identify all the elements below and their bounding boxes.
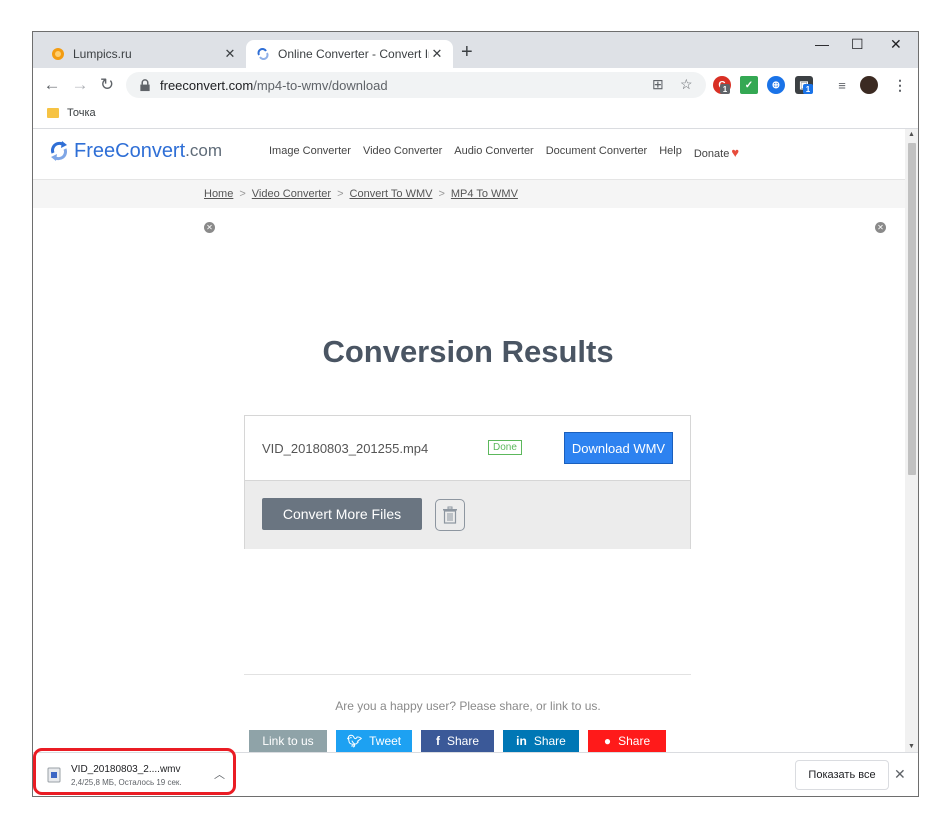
new-tab-button[interactable]: + [461,42,473,62]
linkedin-share-button[interactable]: in Share [503,730,579,752]
page-title: Conversion Results [322,334,614,369]
heart-icon: ♥ [731,145,740,160]
logo-arrows-icon [51,141,67,161]
result-actions: Convert More Files [245,480,690,549]
ad-close-icon[interactable]: ✕ [204,222,215,233]
download-bar: VID_20180803_2....wmv 2,4/25,8 МБ, Остал… [33,752,918,796]
breadcrumb-convert-to-wmv[interactable]: Convert To WMV [350,188,433,200]
profile-avatar[interactable] [860,76,878,94]
bookmark-label: Точка [67,107,96,119]
close-download-bar-icon[interactable]: ✕ [894,766,906,783]
url-text: freeconvert.com/mp4-to-wmv/download [160,77,388,93]
breadcrumb-separator: > [239,188,246,200]
chevron-up-icon[interactable]: ︿ [214,766,225,782]
extension-badge: 1 [803,84,813,94]
close-window-button[interactable]: ✕ [890,36,902,53]
close-tab-icon[interactable]: ✕ [429,46,445,62]
status-badge: Done [488,440,522,455]
facebook-icon: f [435,734,440,748]
breadcrumb: Home > Video Converter > Convert To WMV … [33,180,905,208]
maximize-button[interactable]: ☐ [851,36,864,53]
tab-title: Lumpics.ru [73,47,132,61]
file-row: VID_20180803_201255.mp4 Done Download WM… [245,416,690,479]
trash-icon [443,506,457,524]
breadcrumb-video-converter[interactable]: Video Converter [252,188,331,200]
show-all-button[interactable]: Показать все [795,760,889,790]
convert-more-files-button[interactable]: Convert More Files [262,498,422,530]
breadcrumb-separator: > [337,188,344,200]
back-icon[interactable]: ← [41,74,63,96]
lock-icon [140,78,150,91]
extension-badge: 1 [720,84,730,94]
logo-word: FreeConvert [74,139,186,162]
scrollbar-thumb[interactable] [908,143,916,475]
nav-image-converter[interactable]: Image Converter [269,145,351,160]
page-content: FreeConvert .com Image Converter Video C… [33,129,905,752]
globe-extension-icon[interactable]: ⊕ [767,76,785,94]
site-header: FreeConvert .com Image Converter Video C… [33,129,905,180]
share-label: Link to us [262,734,314,748]
close-tab-icon[interactable]: ✕ [222,46,238,62]
nav-video-converter[interactable]: Video Converter [363,145,442,160]
share-label: Share [446,734,480,748]
conversion-result-card: VID_20180803_201255.mp4 Done Download WM… [244,415,691,549]
share-label: Tweet [369,734,402,748]
freeconvert-logo[interactable]: FreeConvert .com [49,139,222,163]
download-file-name: VID_20180803_2....wmv [71,763,181,775]
share-label: Share [618,734,651,748]
download-item[interactable]: VID_20180803_2....wmv 2,4/25,8 МБ, Остал… [39,757,231,793]
browser-toolbar: ← → ↻ freeconvert.com/mp4-to-wmv/downloa… [33,68,918,102]
scroll-up-icon[interactable]: ▲ [908,131,915,138]
nav-help[interactable]: Help [659,145,682,160]
facebook-share-button[interactable]: f Share [421,730,494,752]
checkbox-extension-icon[interactable]: ✓ [740,76,758,94]
freeconvert-favicon-icon [257,48,269,60]
divider [244,674,691,675]
nav-document-converter[interactable]: Document Converter [546,145,648,160]
forward-icon[interactable]: → [69,74,91,96]
main-nav: Image Converter Video Converter Audio Co… [269,145,739,160]
twitter-icon: 🐦︎ [346,734,363,748]
media-queue-icon[interactable]: ≡ [833,76,851,94]
bookmarks-bar: Точка [33,102,918,129]
translate-icon[interactable]: ⊞ [652,76,664,93]
linkedin-icon: in [516,734,527,748]
tab-online-converter[interactable]: Online Converter - Convert Imag ✕ [246,40,453,68]
breadcrumb-separator: > [438,188,445,200]
tweet-button[interactable]: 🐦︎ Tweet [336,730,412,752]
minimize-button[interactable]: — [815,36,829,52]
reddit-share-button[interactable]: ● Share [588,730,666,752]
share-buttons: Link to us 🐦︎ Tweet f Share in Share ● Share [249,730,666,752]
address-bar[interactable]: freeconvert.com/mp4-to-wmv/download ⊞ ☆ [126,72,706,98]
breadcrumb-mp4-to-wmv[interactable]: MP4 To WMV [451,188,518,200]
nav-donate[interactable]: Donate ♥ [694,145,739,160]
share-prompt: Are you a happy user? Please share, or l… [335,699,601,713]
page-scrollbar[interactable]: ▲ ▼ [905,129,918,752]
logo-suffix: .com [185,141,222,160]
download-status: 2,4/25,8 МБ, Осталось 19 сек. [71,777,182,787]
breadcrumb-home[interactable]: Home [204,188,233,200]
star-icon[interactable]: ☆ [680,76,693,93]
tab-lumpics[interactable]: Lumpics.ru ✕ [41,40,246,68]
orange-circle-icon [52,48,64,60]
video-file-icon [47,767,61,783]
nav-audio-converter[interactable]: Audio Converter [454,145,534,160]
ad-close-icon[interactable]: ✕ [875,222,886,233]
donate-label: Donate [693,148,730,160]
scroll-down-icon[interactable]: ▼ [908,743,915,750]
bookmark-folder[interactable]: Точка [47,107,96,119]
download-wmv-button[interactable]: Download WMV [564,432,673,464]
folder-icon [47,108,59,118]
menu-dots-icon[interactable]: ⋮ [891,76,909,94]
tab-strip: Lumpics.ru ✕ Online Converter - Convert … [33,32,918,68]
link-to-us-button[interactable]: Link to us [249,730,327,752]
reload-icon[interactable]: ↻ [96,74,118,96]
reddit-icon: ● [603,734,612,748]
trash-button[interactable] [435,499,465,531]
share-label: Share [533,734,566,748]
browser-window: Lumpics.ru ✕ Online Converter - Convert … [33,32,918,796]
file-name: VID_20180803_201255.mp4 [262,441,429,456]
tab-title: Online Converter - Convert Imag [278,47,429,61]
